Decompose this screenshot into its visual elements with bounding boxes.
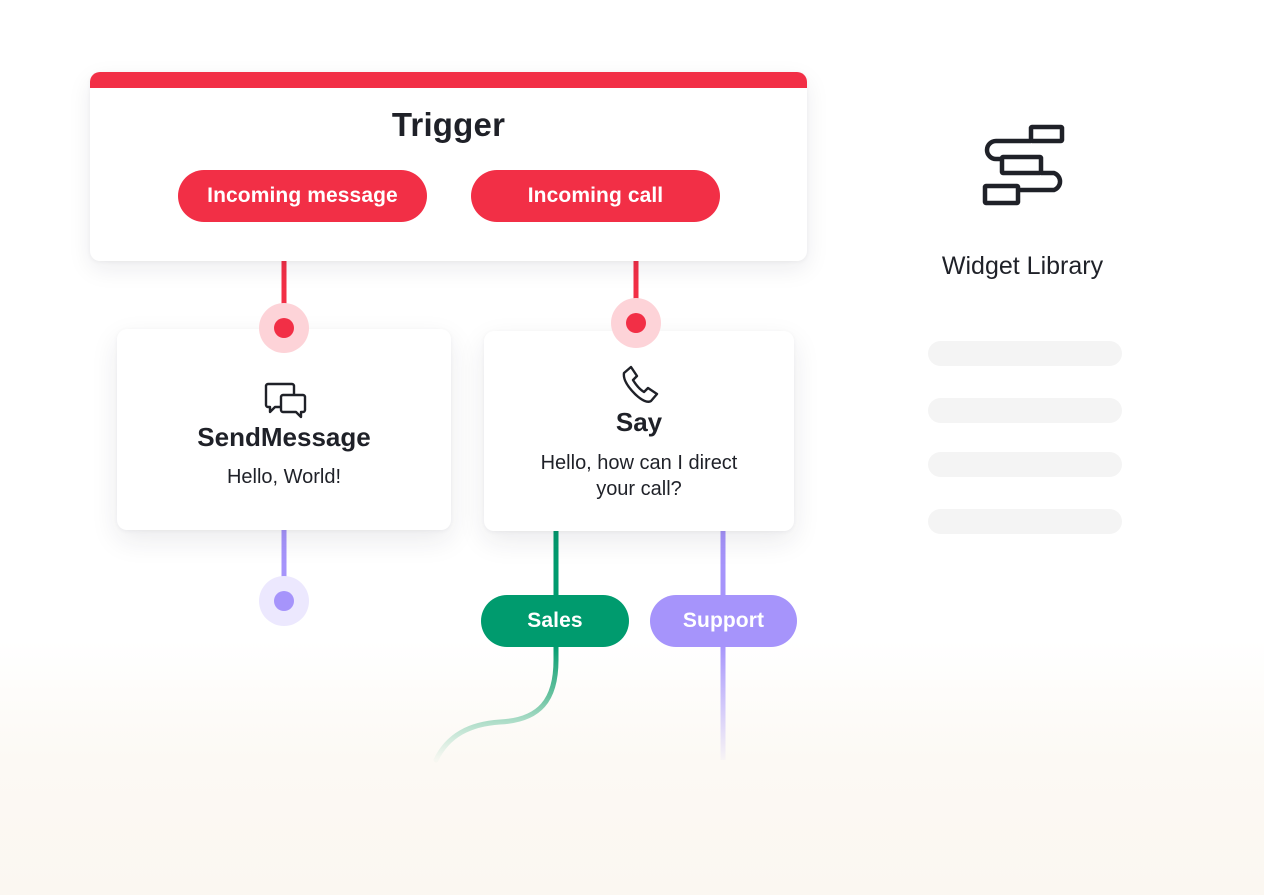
trigger-title: Trigger bbox=[391, 106, 506, 143]
trigger-option-incoming-message[interactable]: Incoming message bbox=[178, 170, 427, 222]
node-text-say: Hello, how can I direct your call? bbox=[540, 452, 738, 500]
node-card-sendmessage[interactable]: SendMessage Hello, World! bbox=[117, 329, 451, 530]
chat-bubbles-icon bbox=[263, 381, 307, 419]
input-port-dot bbox=[626, 313, 646, 333]
trigger-card: Trigger Incoming message Incoming call bbox=[90, 72, 807, 261]
widget-library-placeholder-item[interactable] bbox=[928, 398, 1122, 423]
input-port-dot bbox=[274, 318, 294, 338]
widget-library-icon bbox=[982, 124, 1066, 206]
node-title-sendmessage: SendMessage bbox=[197, 422, 371, 452]
widget-library-placeholder-item[interactable] bbox=[928, 509, 1122, 534]
branch-support[interactable]: Support bbox=[650, 595, 797, 647]
wire-sales-out bbox=[433, 642, 559, 763]
output-port-dot bbox=[274, 591, 294, 611]
widget-library-placeholder-item[interactable] bbox=[928, 341, 1122, 366]
node-title-say: Say bbox=[615, 407, 663, 437]
branch-sales[interactable]: Sales bbox=[481, 595, 629, 647]
trigger-accent-bar bbox=[90, 72, 807, 88]
trigger-option-incoming-call[interactable]: Incoming call bbox=[471, 170, 720, 222]
widget-library-placeholder-item[interactable] bbox=[928, 452, 1122, 477]
phone-icon bbox=[618, 365, 660, 405]
node-text-sendmessage: Hello, World! bbox=[226, 466, 342, 488]
input-port-sendmessage[interactable] bbox=[259, 303, 309, 353]
output-port-sendmessage[interactable] bbox=[259, 576, 309, 626]
wire-support-out bbox=[720, 645, 726, 760]
input-port-say[interactable] bbox=[611, 298, 661, 348]
widget-library-title: Widget Library bbox=[941, 252, 1104, 280]
node-card-say[interactable]: Say Hello, how can I direct your call? bbox=[484, 331, 794, 531]
